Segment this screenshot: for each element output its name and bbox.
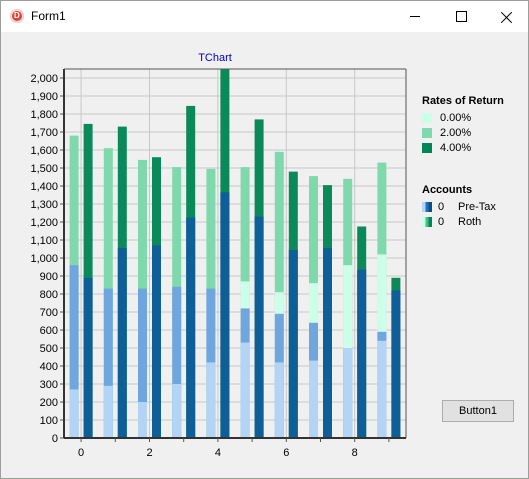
title-bar[interactable]: D Form1	[1, 1, 528, 32]
chart-title: TChart	[198, 52, 232, 64]
rates-legend-item: 4.00%	[422, 140, 504, 155]
y-tick-label: 1,000	[30, 253, 58, 265]
y-tick-label: 400	[40, 361, 58, 373]
accounts-legend: Accounts 0 Pre-Tax 0 Roth	[422, 184, 496, 229]
rate-0-swatch	[422, 112, 432, 123]
y-tick-label: 700	[40, 307, 58, 319]
y-tick-label: 1,300	[30, 199, 58, 211]
form1-window: D Form1 TChart 0 100 200 300 400 500 600 700 800…	[0, 0, 529, 479]
maximize-button[interactable]	[438, 1, 484, 32]
x-tick-label: 0	[78, 447, 84, 459]
bar-pre-tax-4-00-	[152, 245, 161, 438]
rate-4-swatch	[422, 142, 432, 153]
rates-legend: Rates of Return 0.00% 2.00% 4.00%	[422, 95, 504, 155]
bar-pre-tax-4-00-	[220, 192, 230, 438]
bar-pre-tax-0-00-	[240, 342, 250, 438]
bar-pre-tax-4-00-	[391, 290, 401, 438]
rate-2-swatch	[422, 127, 432, 138]
rates-legend-item: 0.00%	[422, 110, 504, 125]
y-tick-label: 1,600	[30, 145, 58, 157]
accounts-legend-title: Accounts	[422, 184, 473, 196]
bar-pre-tax-4-00-	[288, 249, 298, 438]
account-value: 0	[438, 200, 445, 213]
x-tick-label: 2	[146, 447, 152, 459]
y-tick-label: 300	[40, 379, 58, 391]
bar-pre-tax-0-00-	[172, 384, 182, 438]
maximize-icon	[455, 11, 467, 22]
minimize-button[interactable]	[392, 1, 438, 32]
y-tick-label: 1,800	[30, 109, 58, 121]
bar-pre-tax-4-00-	[357, 269, 367, 438]
x-tick-label: 4	[215, 447, 221, 459]
pretax-swatch	[422, 201, 432, 212]
x-tick-label: 8	[352, 447, 358, 459]
x-tick-label: 6	[283, 447, 289, 459]
y-tick-label: 1,200	[30, 217, 58, 229]
bar-pre-tax-4-00-	[323, 248, 332, 438]
roth-swatch	[422, 216, 432, 227]
accounts-legend-item: 0 Pre-Tax	[422, 199, 496, 214]
rate-label: 4.00%	[440, 141, 472, 154]
account-value: 0	[438, 215, 445, 228]
bar-pre-tax-0-00-	[69, 389, 79, 438]
app-icon: D	[10, 9, 24, 23]
y-tick-label: 600	[40, 325, 58, 337]
chart-grid	[64, 69, 406, 439]
bar-pre-tax-0-00-	[103, 385, 113, 438]
minimize-icon	[410, 16, 420, 17]
rate-label: 0.00%	[440, 111, 472, 124]
rate-label: 2.00%	[440, 126, 472, 139]
bar-pre-tax-0-00-	[206, 362, 216, 438]
y-tick-label: 500	[40, 343, 58, 355]
window-title: Form1	[31, 9, 66, 23]
bar-pre-tax-0-00-	[274, 362, 284, 438]
bar-pre-tax-4-00-	[254, 216, 264, 438]
bar-pre-tax-4-00-	[186, 217, 196, 438]
close-button[interactable]	[484, 1, 529, 32]
bar-pre-tax-0-00-	[377, 340, 387, 438]
close-icon	[501, 11, 513, 23]
y-tick-label: 900	[40, 271, 58, 283]
y-tick-label: 1,900	[30, 91, 58, 103]
bar-pre-tax-0-00-	[343, 348, 353, 438]
bar-pre-tax-0-00-	[138, 402, 147, 438]
y-tick-label: 100	[40, 415, 58, 427]
account-label: Roth	[458, 215, 482, 228]
y-tick-label: 200	[40, 397, 58, 409]
y-tick-label: 2,000	[30, 73, 58, 85]
accounts-legend-item: 0 Roth	[422, 214, 496, 229]
bar-pre-tax-4-00-	[83, 277, 93, 438]
rates-legend-title: Rates of Return	[422, 95, 504, 107]
bar-pre-tax-0-00-	[309, 360, 318, 438]
rates-legend-item: 2.00%	[422, 125, 504, 140]
y-tick-label: 1,700	[30, 127, 58, 139]
bar-pre-tax-4-00-	[117, 248, 127, 438]
y-tick-label: 1,100	[30, 235, 58, 247]
button1[interactable]: Button1	[442, 400, 514, 422]
y-tick-label: 800	[40, 289, 58, 301]
y-tick-label: 1,500	[30, 163, 58, 175]
y-tick-label: 0	[52, 433, 58, 445]
y-tick-label: 1,400	[30, 181, 58, 193]
account-label: Pre-Tax	[458, 200, 496, 213]
